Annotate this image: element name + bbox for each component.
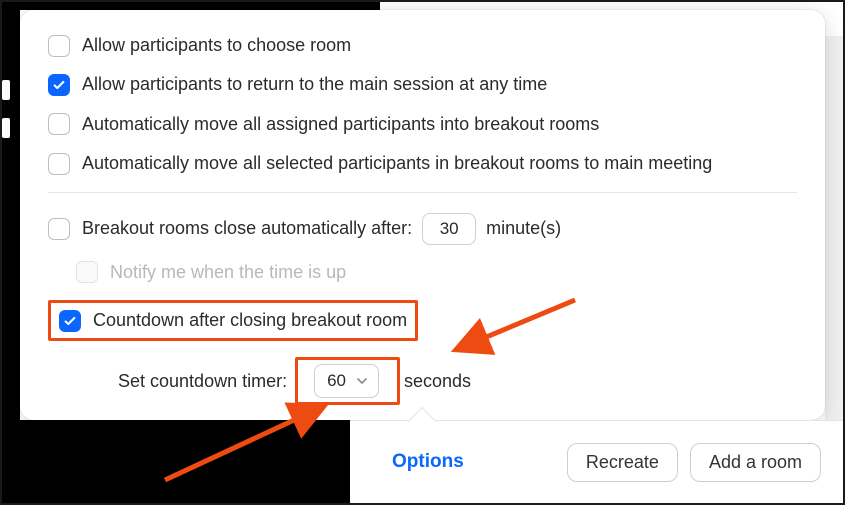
option-countdown-label: Countdown after closing breakout room (93, 309, 407, 332)
checkbox-auto-move-into[interactable] (48, 113, 70, 135)
add-room-button[interactable]: Add a room (690, 443, 821, 482)
option-timer-row: Set countdown timer: 60 seconds (48, 357, 797, 405)
recreate-button[interactable]: Recreate (567, 443, 678, 482)
checkbox-choose-room[interactable] (48, 35, 70, 57)
recreate-button-label: Recreate (586, 452, 659, 472)
breakout-options-panel: Allow participants to choose room Allow … (20, 10, 825, 420)
timer-select[interactable]: 60 (314, 364, 379, 398)
highlight-timer: 60 (295, 357, 400, 405)
option-auto-move-into-label: Automatically move all assigned particip… (82, 113, 599, 136)
timer-value: 60 (327, 370, 346, 392)
option-countdown-row[interactable]: Countdown after closing breakout room (48, 300, 797, 341)
option-notify-label: Notify me when the time is up (110, 261, 346, 284)
checkbox-countdown[interactable] (59, 310, 81, 332)
checkbox-return-main[interactable] (48, 74, 70, 96)
auto-close-label-before: Breakout rooms close automatically after… (82, 217, 412, 240)
option-return-main-label: Allow participants to return to the main… (82, 73, 547, 96)
option-auto-move-main-row[interactable]: Automatically move all selected particip… (48, 152, 797, 175)
add-room-button-label: Add a room (709, 452, 802, 472)
auto-close-minutes-value: 30 (440, 218, 459, 240)
option-auto-close-row[interactable]: Breakout rooms close automatically after… (48, 213, 797, 245)
footer-bar: Options Recreate Add a room (350, 420, 843, 503)
options-button-label: Options (392, 451, 464, 472)
timer-label-after: seconds (404, 370, 471, 393)
auto-close-label-after: minute(s) (486, 217, 561, 240)
checkbox-auto-close[interactable] (48, 218, 70, 240)
timer-label-before: Set countdown timer: (118, 370, 287, 393)
option-auto-move-into-row[interactable]: Automatically move all assigned particip… (48, 113, 797, 136)
option-choose-room-row[interactable]: Allow participants to choose room (48, 34, 797, 57)
checkbox-auto-move-main[interactable] (48, 153, 70, 175)
checkbox-notify (76, 261, 98, 283)
option-choose-room-label: Allow participants to choose room (82, 34, 351, 57)
option-return-main-row[interactable]: Allow participants to return to the main… (48, 73, 797, 96)
divider (48, 192, 797, 193)
option-notify-row: Notify me when the time is up (48, 261, 797, 284)
options-button[interactable]: Options (380, 443, 476, 481)
option-auto-move-main-label: Automatically move all selected particip… (82, 152, 712, 175)
auto-close-minutes-input[interactable]: 30 (422, 213, 476, 245)
chevron-down-icon (356, 375, 368, 387)
highlight-countdown: Countdown after closing breakout room (48, 300, 418, 341)
